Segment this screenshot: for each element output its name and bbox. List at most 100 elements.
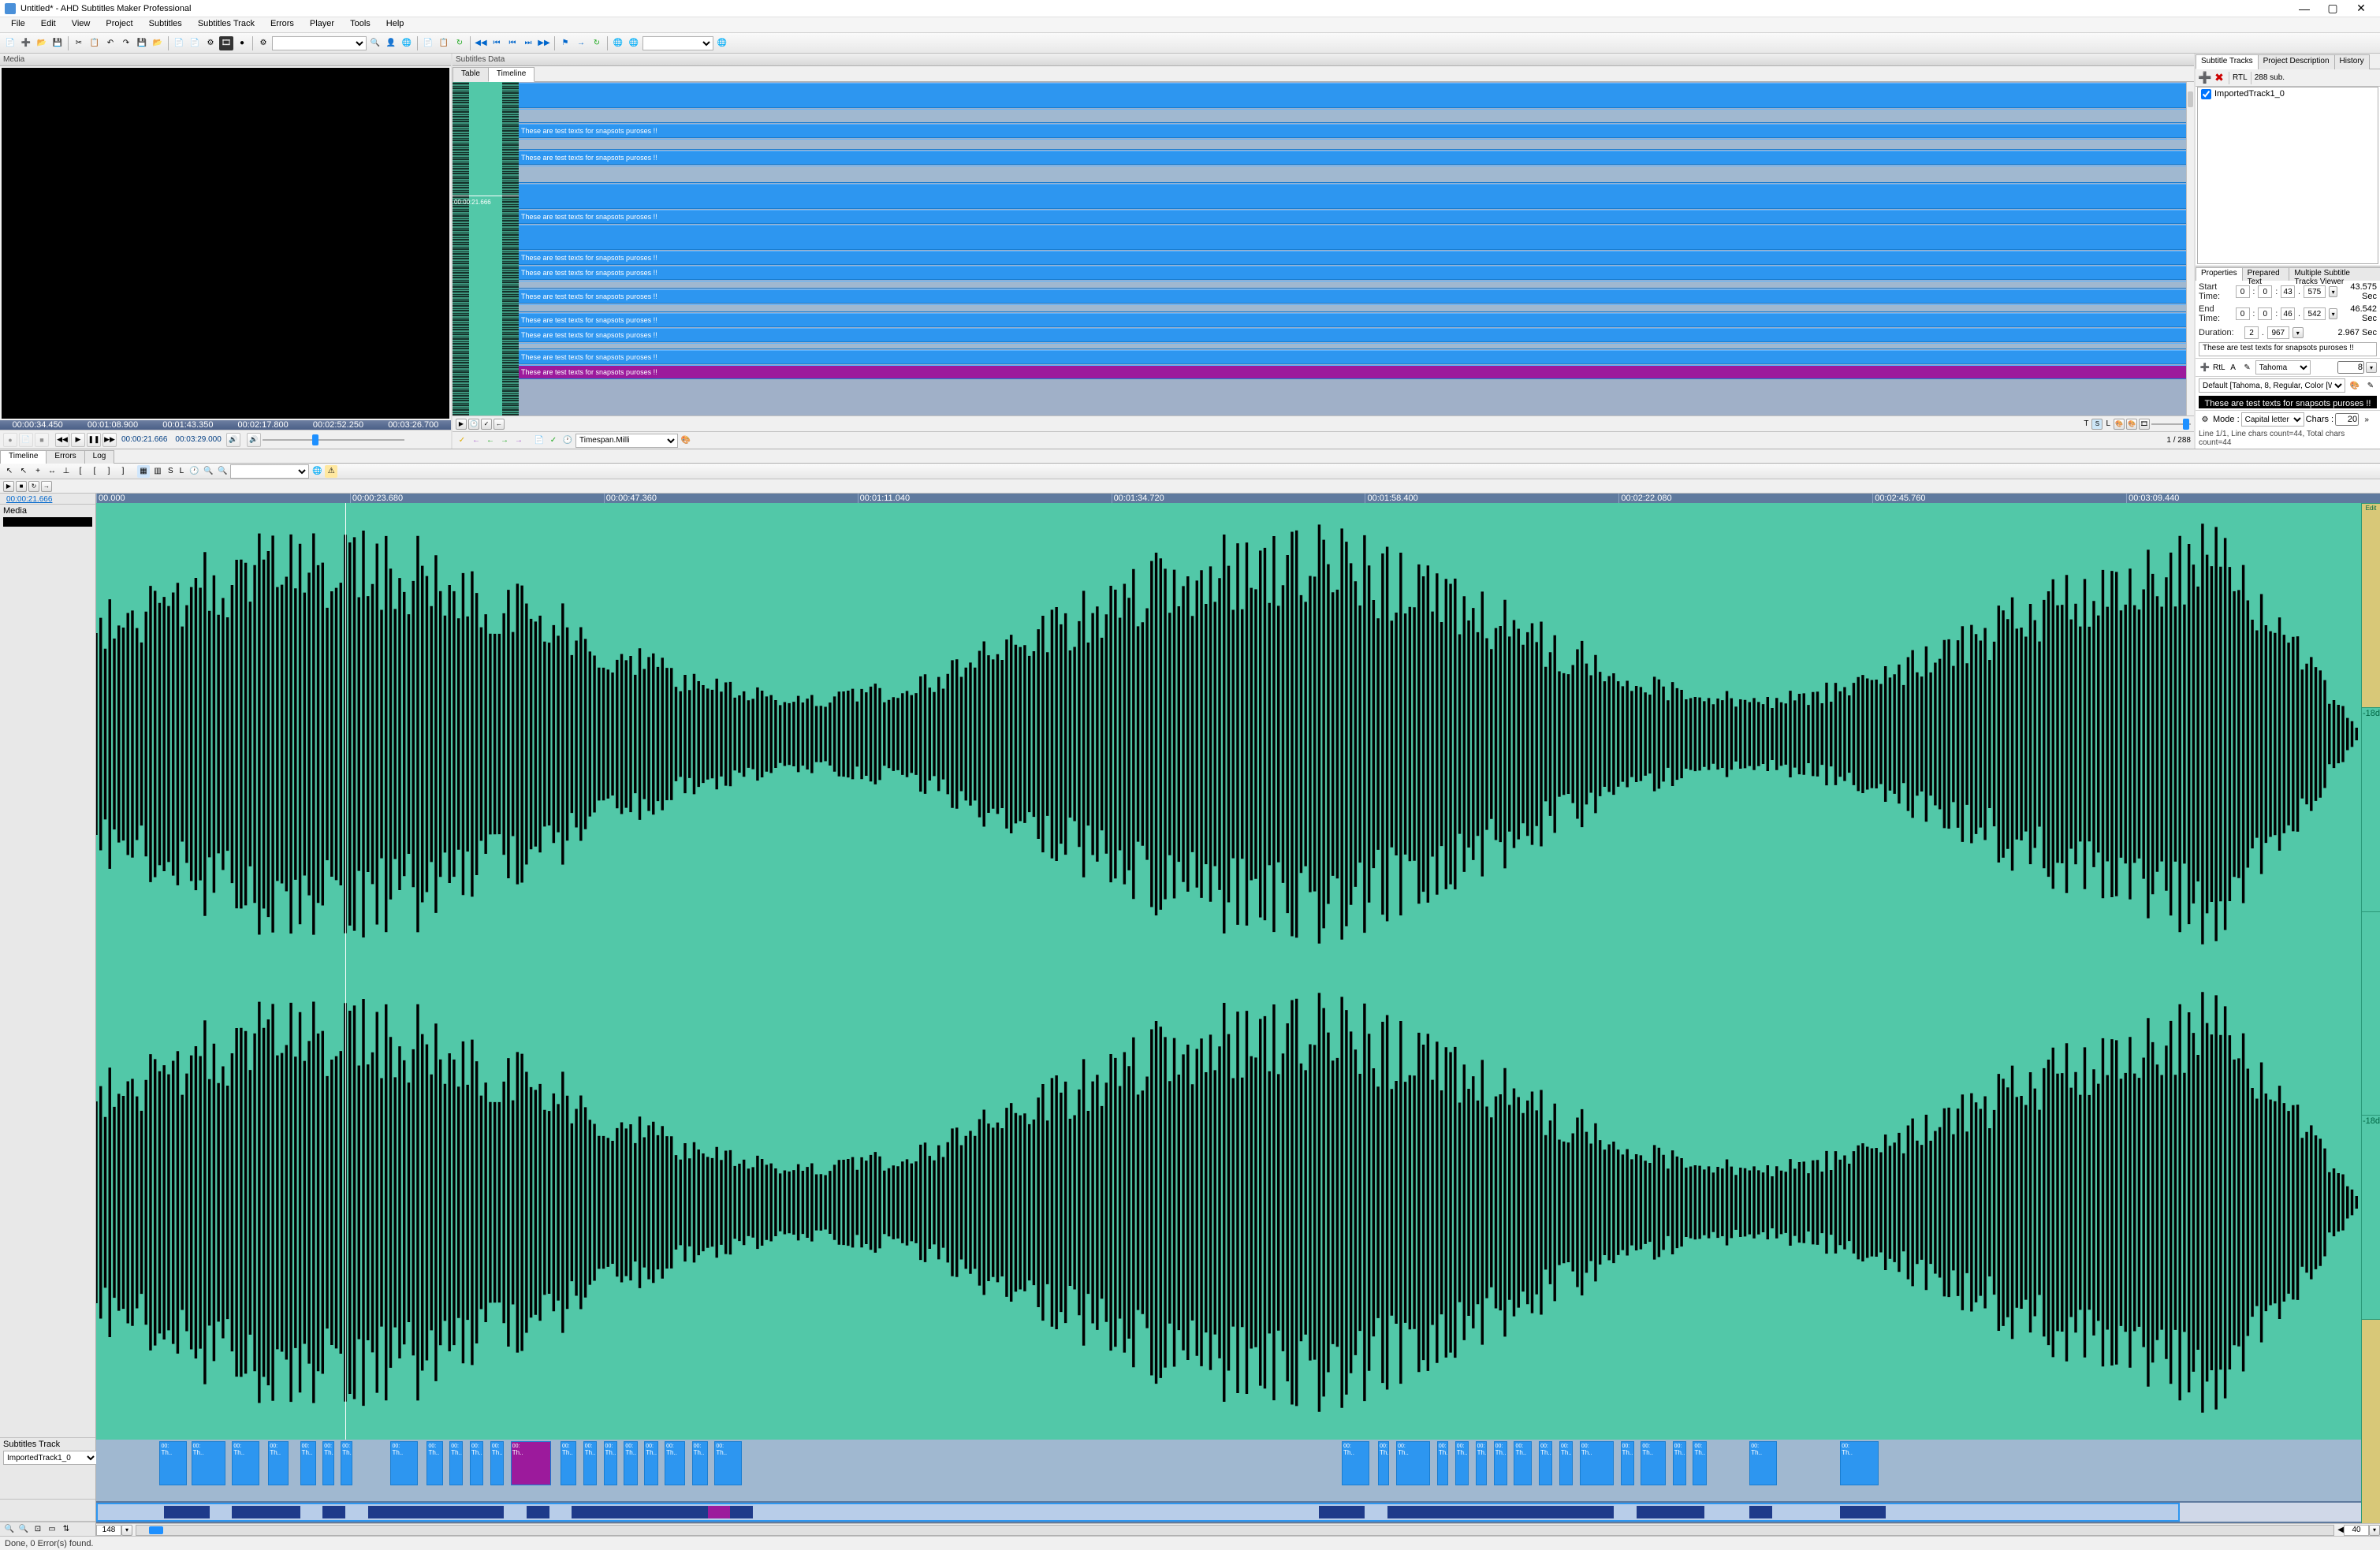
subtitle-block[interactable]: 00:Th..: [322, 1441, 333, 1485]
play-lower-button[interactable]: ▶: [3, 481, 14, 492]
zoom-out-icon[interactable]: 🔍: [17, 1523, 30, 1536]
view1-icon[interactable]: ▦: [137, 465, 150, 478]
subtitle-block[interactable]: 00:Th..: [1455, 1441, 1469, 1485]
subtitle-row[interactable]: [519, 184, 2186, 209]
subtitle-block[interactable]: 00:Th..: [1641, 1441, 1666, 1485]
zoom-spinner-2[interactable]: ▾: [2369, 1525, 2380, 1536]
rtl-label[interactable]: RTL: [2233, 73, 2248, 82]
rtl-button[interactable]: RtL: [2213, 363, 2225, 372]
save-icon[interactable]: 💾: [50, 36, 65, 50]
stop-lower-button[interactable]: ■: [16, 481, 27, 492]
subtitle-row[interactable]: [519, 83, 2186, 108]
subtitle-row[interactable]: These are test texts for snapsots purose…: [519, 210, 2186, 224]
nav-right-icon[interactable]: →: [498, 434, 511, 447]
doc-icon[interactable]: 📄: [421, 36, 435, 50]
add-icon[interactable]: ➕: [19, 36, 33, 50]
scrollbar-vertical[interactable]: [2186, 82, 2194, 415]
spinner-icon[interactable]: ▾: [2329, 286, 2337, 297]
menu-errors[interactable]: Errors: [263, 17, 302, 32]
subtitle-block[interactable]: 00:Th..: [1476, 1441, 1487, 1485]
menu-help[interactable]: Help: [378, 17, 412, 32]
menu-player[interactable]: Player: [302, 17, 342, 32]
menu-tools[interactable]: Tools: [342, 17, 378, 32]
subtitle-block[interactable]: 00:Th..: [1621, 1441, 1634, 1485]
mute-button[interactable]: 🔊: [247, 433, 261, 447]
track-item[interactable]: ImportedTrack1_0: [2198, 88, 2378, 101]
user-icon[interactable]: 👤: [384, 36, 398, 50]
nav-left2-icon[interactable]: ←: [484, 434, 497, 447]
zoom2-icon[interactable]: 🔍: [216, 465, 229, 478]
film-icon[interactable]: 🎞: [219, 36, 233, 50]
tab-prepared-text[interactable]: Prepared Text: [2242, 267, 2290, 281]
subtitle-row[interactable]: These are test texts for snapsots purose…: [519, 266, 2186, 280]
subtitle-block[interactable]: 00:Th..: [1539, 1441, 1552, 1485]
expand-icon[interactable]: ⇅: [60, 1523, 73, 1536]
tool2-icon[interactable]: 📄: [188, 36, 202, 50]
open-icon[interactable]: 📂: [35, 36, 49, 50]
tab-errors[interactable]: Errors: [46, 450, 84, 464]
spinner-icon[interactable]: ▾: [2329, 308, 2337, 319]
subtitle-block[interactable]: 00:Th..: [268, 1441, 289, 1485]
zoom-in-icon[interactable]: 🔍: [3, 1523, 16, 1536]
zoom-sel-icon[interactable]: ▭: [46, 1523, 58, 1536]
subtitle-block[interactable]: 00:Th..: [1494, 1441, 1507, 1485]
view2-icon[interactable]: ▥: [151, 465, 164, 478]
font-size-input[interactable]: [2337, 361, 2364, 374]
toolbar-dropdown-2[interactable]: [642, 36, 713, 50]
play-sub-button[interactable]: ▶: [456, 419, 467, 430]
t-button[interactable]: T: [2082, 419, 2090, 428]
media-ruler[interactable]: 00:00:34.450 00:01:08.900 00:01:43.350 0…: [0, 420, 451, 430]
subtitle-block[interactable]: 00:Th..: [426, 1441, 442, 1485]
menu-file[interactable]: File: [3, 17, 33, 32]
zoom-value-1[interactable]: [96, 1525, 121, 1536]
chars-value[interactable]: [2335, 413, 2359, 426]
zoom-fit-icon[interactable]: ⊡: [32, 1523, 44, 1536]
timeline-ruler[interactable]: 00.000 00:00:23.680 00:00:47.360 00:01:1…: [96, 494, 2380, 503]
globe2-icon[interactable]: 🌐: [611, 36, 625, 50]
subtitle-block[interactable]: 00:Th..: [490, 1441, 504, 1485]
start-h[interactable]: [2236, 285, 2250, 298]
playhead-cursor[interactable]: [345, 503, 346, 1440]
clock2-icon[interactable]: 🕐: [561, 434, 574, 447]
track-list[interactable]: ImportedTrack1_0: [2197, 87, 2378, 264]
cut-icon[interactable]: ✂: [72, 36, 86, 50]
add-track-icon[interactable]: ➕: [2199, 72, 2211, 84]
edit-tag[interactable]: Edit: [2362, 503, 2380, 707]
rec-icon[interactable]: ●: [235, 36, 249, 50]
apply-icon[interactable]: ↻: [590, 36, 604, 50]
subtitle-block[interactable]: 00:Th..: [1673, 1441, 1686, 1485]
color3-icon[interactable]: 🎨: [680, 434, 692, 447]
waveform-main[interactable]: [96, 503, 2361, 1440]
first-icon[interactable]: ⏮: [490, 36, 504, 50]
next-button[interactable]: ▶▶: [102, 433, 117, 447]
subtitle-block[interactable]: 00:Th..: [192, 1441, 225, 1485]
subtitle-row-selected[interactable]: These are test texts for snapsots purose…: [519, 365, 2186, 379]
tab-table[interactable]: Table: [453, 67, 489, 82]
end-h[interactable]: [2236, 307, 2250, 320]
menu-edit[interactable]: Edit: [33, 17, 64, 32]
subtitle-block[interactable]: 00:Th..: [665, 1441, 685, 1485]
timeline-time-link[interactable]: 00:00:21.666: [3, 495, 55, 504]
mode-icon[interactable]: ⚙: [2199, 413, 2211, 426]
s-label[interactable]: S: [166, 467, 176, 475]
subtitle-block[interactable]: 00:Th..: [470, 1441, 483, 1485]
subtitle-row[interactable]: These are test texts for snapsots purose…: [519, 289, 2186, 304]
spinner-icon[interactable]: ▾: [2366, 362, 2377, 373]
menu-view[interactable]: View: [64, 17, 99, 32]
nav-right2-icon[interactable]: →: [512, 434, 525, 447]
doc-icon[interactable]: 📄: [533, 434, 546, 447]
subtitle-block[interactable]: 00:Th..: [511, 1441, 552, 1485]
save2-icon[interactable]: 💾: [135, 36, 149, 50]
clock-button[interactable]: 🕐: [468, 419, 479, 430]
minimap[interactable]: [96, 1501, 2361, 1523]
goto-icon[interactable]: →: [574, 36, 588, 50]
subtitle-track-lane[interactable]: 00:Th.. 00:Th.. 00:Th.. 00:Th.. 00:Th.. 00:Th…: [96, 1440, 2361, 1501]
zoom-slider[interactable]: [2151, 418, 2191, 430]
subtitle-block[interactable]: 00:Th..: [644, 1441, 657, 1485]
subtitle-text-input[interactable]: These are test texts for snapsots purose…: [2199, 342, 2377, 356]
undo-icon[interactable]: ↶: [103, 36, 117, 50]
move-tool-icon[interactable]: ↔: [46, 465, 58, 478]
globe3-icon[interactable]: 🌐: [627, 36, 641, 50]
skip-fwd-icon[interactable]: ⏭: [521, 36, 535, 50]
docs-icon[interactable]: 📋: [437, 36, 451, 50]
